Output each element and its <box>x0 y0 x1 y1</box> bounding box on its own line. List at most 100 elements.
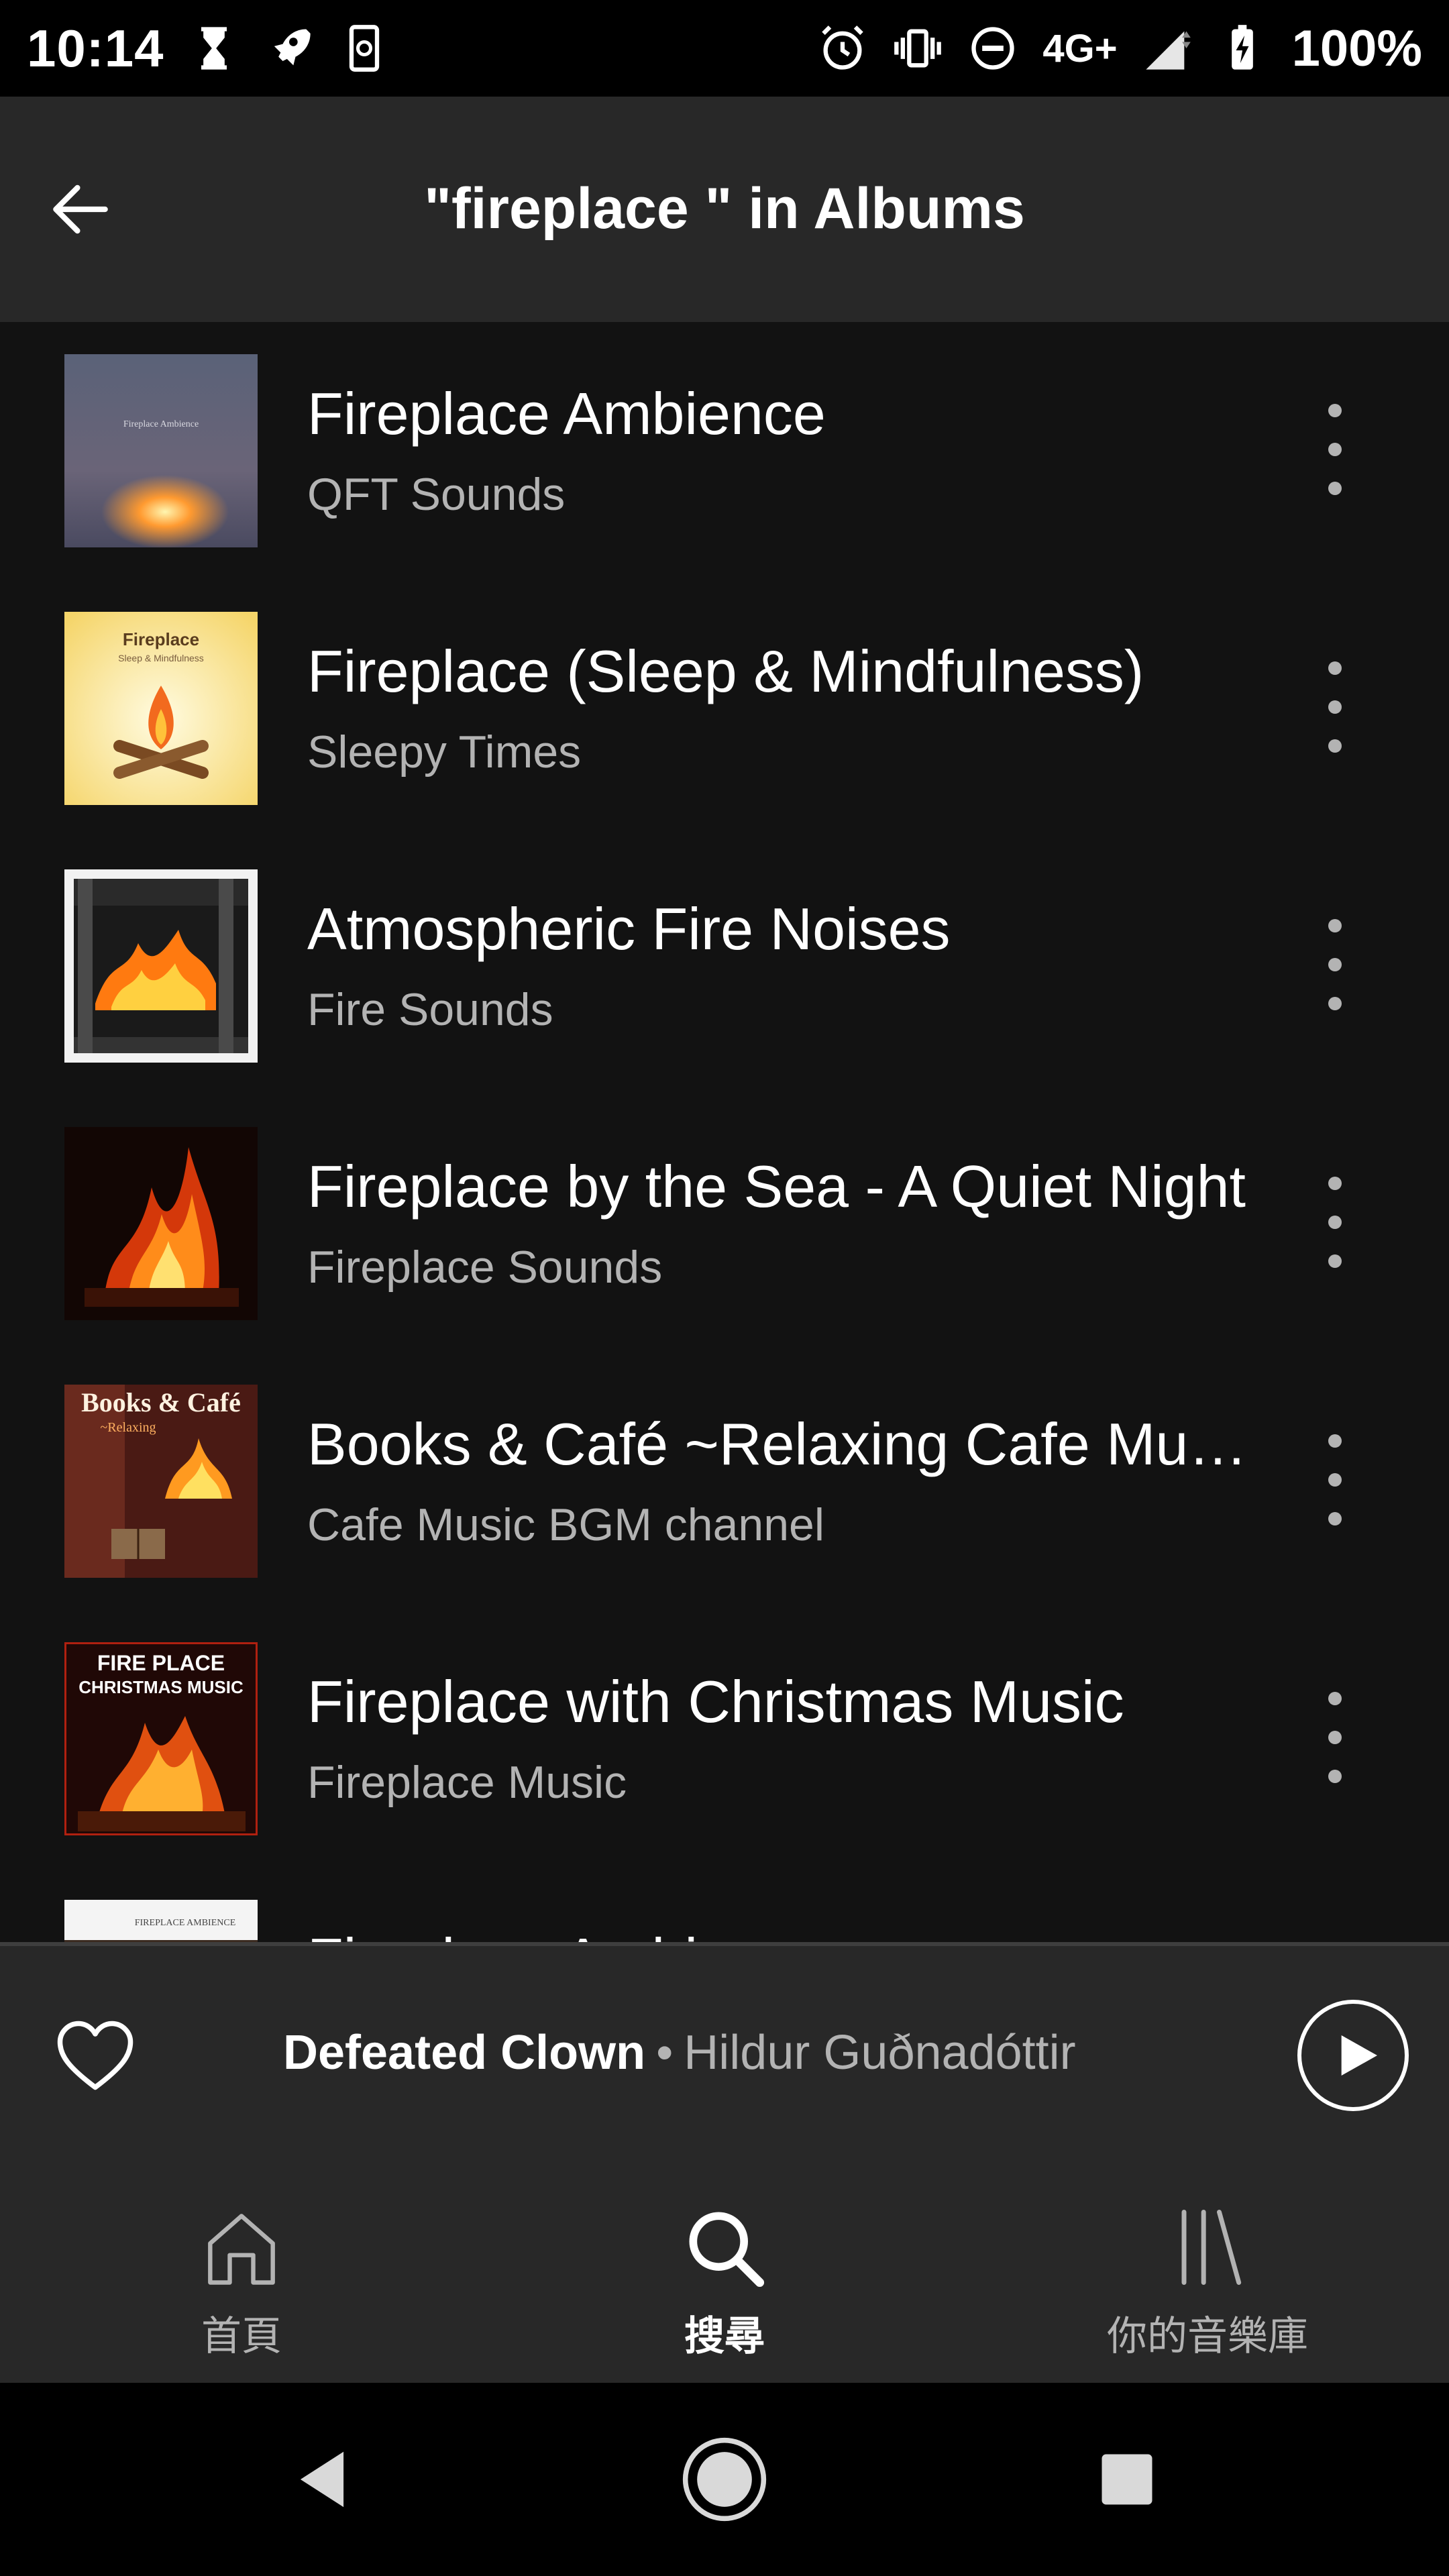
do-not-disturb-icon <box>967 23 1018 74</box>
album-artist: Fireplace Sounds <box>307 1242 663 1293</box>
circle-home-icon <box>682 2437 767 2522</box>
bottom-navigation: 首頁 搜尋 你的音樂庫 <box>0 2165 1449 2383</box>
album-cover: FIREPLACE AMBIENCE <box>64 1900 258 1942</box>
rocket-icon <box>264 23 315 74</box>
square-recents-icon <box>1102 2454 1152 2505</box>
more-options-button[interactable] <box>1295 911 1375 1018</box>
nav-home-label: 首頁 <box>201 2314 282 2359</box>
play-icon <box>1341 2035 1377 2076</box>
album-artist: QFT Sounds <box>307 469 566 520</box>
album-artist: Fireplace Music <box>307 1757 627 1808</box>
dot <box>1328 1177 1342 1190</box>
album-artist: Fire Sounds <box>307 984 553 1035</box>
more-options-button[interactable] <box>1295 1426 1375 1534</box>
album-title: Fireplace Ambience <box>307 1925 1260 1942</box>
album-title: Atmospheric Fire Noises <box>307 896 951 962</box>
album-artist: Cafe Music BGM channel <box>307 1499 824 1550</box>
album-cover-subtext: CHRISTMAS MUSIC <box>78 1677 244 1697</box>
status-bar: 10:14 4G+ 100% <box>0 0 1449 97</box>
dot <box>1328 919 1342 932</box>
dot <box>1328 1434 1342 1448</box>
dot <box>1328 404 1342 417</box>
dot <box>1328 1731 1342 1744</box>
vibrate-icon <box>892 23 943 74</box>
battery-charging-icon <box>1217 23 1268 74</box>
album-row[interactable]: FIREPLACE AMBIENCE Fireplace Ambience <box>0 1868 1449 1942</box>
album-cover-subtext: ~Relaxing <box>100 1420 156 1435</box>
home-icon <box>208 2214 275 2285</box>
triangle-back-icon <box>300 2451 344 2508</box>
dot <box>1328 482 1342 495</box>
separator-dot: • <box>656 2026 674 2080</box>
album-title: Fireplace Ambience <box>307 380 826 447</box>
search-icon <box>689 2212 765 2288</box>
now-playing-track: Defeated Clown <box>283 2026 646 2080</box>
dot <box>1328 1473 1342 1487</box>
album-row[interactable]: Fireplace by the Sea - A Quiet Night Fir… <box>0 1095 1449 1352</box>
battery-percent: 100% <box>1291 19 1422 77</box>
now-playing-artist: Hildur Guðnadóttir <box>684 2026 1076 2080</box>
album-results-list[interactable]: Fireplace Ambience Fireplace Ambience QF… <box>0 322 1449 1942</box>
like-button[interactable] <box>55 2019 136 2092</box>
nav-library[interactable]: 你的音樂庫 <box>966 2165 1449 2383</box>
album-artist: Sleepy Times <box>307 727 582 777</box>
album-cover-text: Books & Café <box>81 1387 241 1417</box>
system-recents-button[interactable] <box>1080 2432 1174 2526</box>
dot <box>1328 661 1342 675</box>
dot <box>1328 1770 1342 1783</box>
nav-library-label: 你的音樂庫 <box>1107 2314 1308 2359</box>
dot <box>1328 1216 1342 1229</box>
nav-home[interactable]: 首頁 <box>0 2165 483 2383</box>
play-button[interactable] <box>1297 2000 1409 2111</box>
more-options-button[interactable] <box>1295 1684 1375 1791</box>
album-row[interactable]: Fireplace Ambience Fireplace Ambience QF… <box>0 322 1449 580</box>
more-options-button[interactable] <box>1295 396 1375 503</box>
album-row[interactable]: Atmospheric Fire Noises Fire Sounds <box>0 837 1449 1095</box>
dot <box>1328 739 1342 753</box>
system-back-button[interactable] <box>275 2432 369 2526</box>
system-navigation-bar <box>0 2383 1449 2576</box>
dot <box>1328 1692 1342 1705</box>
heart-icon <box>57 2021 133 2090</box>
page-title: "fireplace " in Albums <box>424 176 1025 241</box>
album-cover: FIRE PLACE CHRISTMAS MUSIC <box>64 1642 258 1835</box>
album-title: Fireplace (Sleep & Mindfulness) <box>307 638 1144 704</box>
album-cover: Fireplace Sleep & Mindfulness <box>64 612 258 805</box>
nav-search[interactable]: 搜尋 <box>483 2165 966 2383</box>
album-cover-subtext: Sleep & Mindfulness <box>118 653 204 663</box>
album-cover-text: FIRE PLACE <box>97 1651 225 1675</box>
album-cover <box>64 869 258 1063</box>
album-cover-text: Fireplace Ambience <box>123 419 199 429</box>
dot <box>1328 958 1342 971</box>
dot <box>1328 700 1342 714</box>
dot <box>1328 443 1342 456</box>
dot <box>1328 1512 1342 1525</box>
network-type: 4G+ <box>1042 26 1118 70</box>
status-left: 10:14 <box>27 18 390 79</box>
album-cover-text: FIREPLACE AMBIENCE <box>135 1918 236 1928</box>
album-cover-text: Fireplace <box>123 629 199 649</box>
status-right: 4G+ 100% <box>817 19 1422 78</box>
album-title: Books & Café ~Relaxing Cafe Music <box>307 1411 1260 1477</box>
dot <box>1328 997 1342 1010</box>
sync-app-icon <box>339 23 390 74</box>
system-home-button[interactable] <box>678 2432 771 2526</box>
album-cover: Books & Café ~Relaxing <box>64 1385 258 1578</box>
now-playing-info[interactable]: Defeated Clown • Hildur Guðnadóttir <box>283 2025 1076 2080</box>
album-row[interactable]: Books & Café ~Relaxing Books & Café ~Rel… <box>0 1352 1449 1610</box>
album-title: Fireplace with Christmas Music <box>307 1668 1124 1735</box>
status-time: 10:14 <box>27 18 164 78</box>
dot <box>1328 1254 1342 1268</box>
album-row[interactable]: FIRE PLACE CHRISTMAS MUSIC Fireplace wit… <box>0 1610 1449 1868</box>
library-icon <box>1181 2210 1242 2285</box>
album-cover <box>64 1127 258 1320</box>
nav-search-label: 搜尋 <box>684 2314 765 2359</box>
more-options-button[interactable] <box>1295 653 1375 761</box>
hourglass-icon <box>189 23 239 74</box>
alarm-icon <box>817 23 868 74</box>
search-results-header: "fireplace " in Albums <box>0 97 1449 322</box>
now-playing-bar[interactable]: Defeated Clown • Hildur Guðnadóttir <box>0 1942 1449 2165</box>
album-row[interactable]: Fireplace Sleep & Mindfulness Fireplace … <box>0 580 1449 837</box>
more-options-button[interactable] <box>1295 1169 1375 1276</box>
signal-icon <box>1142 23 1193 74</box>
